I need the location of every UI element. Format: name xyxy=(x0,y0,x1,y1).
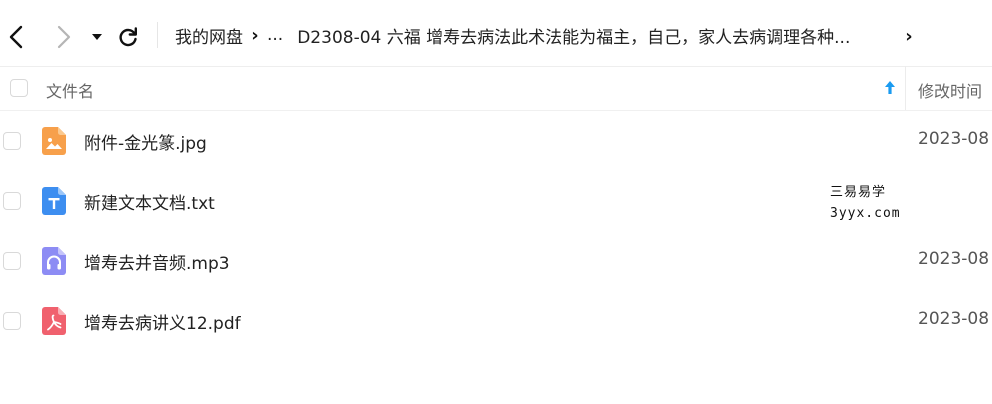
column-divider[interactable] xyxy=(905,66,906,110)
row-checkbox[interactable] xyxy=(3,192,21,210)
caret-down-icon xyxy=(92,34,102,40)
table-row[interactable]: 附件-金光篆.jpg 2023-08 xyxy=(0,111,992,171)
chevron-right-icon xyxy=(57,25,71,49)
breadcrumb-root[interactable]: 我的网盘 xyxy=(175,23,243,48)
row-checkbox[interactable] xyxy=(3,312,21,330)
file-name[interactable]: 增寿去并音频.mp3 xyxy=(84,249,230,274)
toolbar-divider xyxy=(157,22,158,48)
back-button[interactable] xyxy=(4,22,28,52)
file-modified-time: 2023-08 xyxy=(918,309,990,329)
breadcrumb-current-folder[interactable]: D2308-04 六福 增寿去病法此术法能为福主，自己，家人去病调理各种... xyxy=(297,23,850,48)
row-checkbox[interactable] xyxy=(3,132,21,150)
pdf-file-icon xyxy=(42,307,66,335)
chevron-left-icon xyxy=(9,25,23,49)
forward-button[interactable] xyxy=(52,22,76,52)
image-file-icon xyxy=(42,127,66,155)
sort-ascending-icon[interactable] xyxy=(883,79,897,97)
row-checkbox[interactable] xyxy=(3,252,21,270)
history-dropdown-button[interactable] xyxy=(88,28,106,46)
table-row[interactable]: 增寿去并音频.mp3 2023-08 xyxy=(0,231,992,291)
select-all-checkbox[interactable] xyxy=(10,79,28,97)
text-file-icon xyxy=(42,187,66,215)
watermark-line: 三易易学 xyxy=(830,185,887,200)
file-modified-time: 2023-08 xyxy=(918,129,990,149)
table-header: 文件名 修改时间 xyxy=(0,66,992,111)
refresh-button[interactable] xyxy=(115,24,141,50)
watermark-line: 3yyx.com xyxy=(830,206,901,221)
column-header-time[interactable]: 修改时间 xyxy=(918,78,982,102)
breadcrumb-more-icon[interactable]: › xyxy=(900,24,918,48)
file-modified-time: 2023-08 xyxy=(918,249,990,269)
audio-file-icon xyxy=(42,247,66,275)
file-name[interactable]: 附件-金光篆.jpg xyxy=(84,129,207,154)
table-row[interactable]: 增寿去病讲义12.pdf 2023-08 xyxy=(0,291,992,351)
file-name[interactable]: 增寿去病讲义12.pdf xyxy=(84,309,241,334)
column-header-name[interactable]: 文件名 xyxy=(46,78,94,102)
watermark: 三易易学 3yyx.com xyxy=(830,182,910,224)
toolbar: 我的网盘 › ... D2308-04 六福 增寿去病法此术法能为福主，自己，家… xyxy=(0,0,992,67)
refresh-icon xyxy=(119,27,137,47)
breadcrumb: 我的网盘 › ... D2308-04 六福 增寿去病法此术法能为福主，自己，家… xyxy=(175,22,850,48)
breadcrumb-ellipsis[interactable]: ... xyxy=(267,25,283,45)
file-name[interactable]: 新建文本文档.txt xyxy=(84,189,215,214)
breadcrumb-separator-icon: › xyxy=(251,24,259,46)
